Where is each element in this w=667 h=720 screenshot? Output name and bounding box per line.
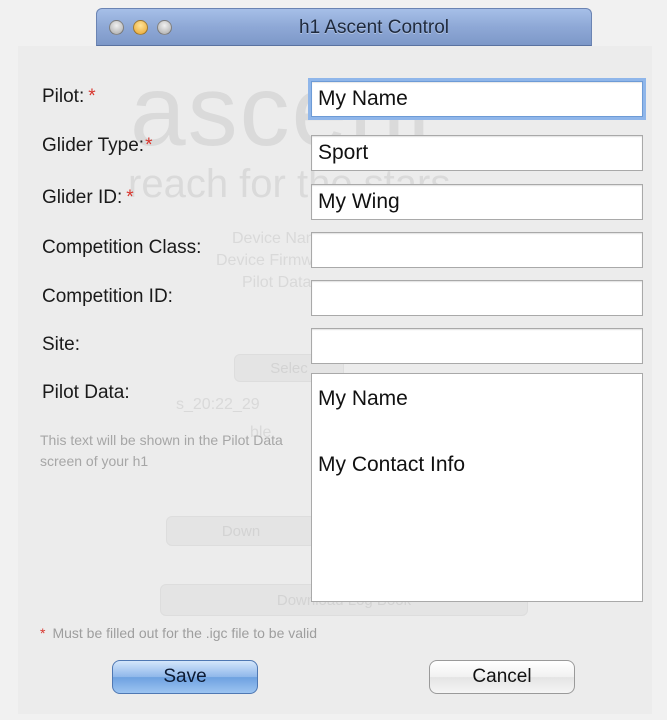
- glider-type-input[interactable]: [311, 135, 643, 171]
- background-button: Down: [166, 516, 316, 546]
- required-marker: *: [145, 135, 153, 156]
- dialog-content: ascent reach for the stars Device Name D…: [18, 46, 652, 714]
- required-marker: *: [126, 187, 134, 208]
- glider-type-label-text: Glider Type:: [42, 135, 145, 156]
- save-button[interactable]: Save: [112, 660, 258, 694]
- pilot-label: Pilot: *: [42, 86, 96, 108]
- pilot-label-text: Pilot:: [42, 86, 85, 107]
- competition-class-input[interactable]: [311, 232, 643, 268]
- competition-class-label: Competition Class:: [42, 237, 202, 258]
- window-title: h1 Ascent Control: [299, 17, 449, 38]
- glider-id-label-text: Glider ID:: [42, 187, 123, 208]
- required-footnote: * Must be filled out for the .igc file to…: [40, 625, 317, 641]
- glider-type-label: Glider Type:*: [42, 135, 153, 157]
- pilot-data-label: Pilot Data:: [42, 382, 130, 403]
- background-row: Pilot Data: [242, 274, 312, 291]
- pilot-input[interactable]: [311, 81, 643, 117]
- cancel-button[interactable]: Cancel: [429, 660, 575, 694]
- background-row: s_20:22_29: [176, 396, 260, 413]
- competition-id-label: Competition ID:: [42, 286, 173, 307]
- competition-id-input[interactable]: [311, 280, 643, 316]
- site-label: Site:: [42, 334, 81, 355]
- pilot-data-hint: This text will be shown in the Pilot Dat…: [40, 432, 283, 469]
- footnote-text: Must be filled out for the .igc file to …: [52, 625, 318, 641]
- site-input[interactable]: [311, 328, 643, 364]
- required-marker: *: [88, 86, 96, 107]
- glider-id-label: Glider ID: *: [42, 187, 134, 209]
- window-titlebar[interactable]: h1 Ascent Control: [96, 8, 592, 46]
- glider-id-input[interactable]: [311, 184, 643, 220]
- pilot-data-textarea[interactable]: My Name My Contact Info: [311, 373, 643, 602]
- required-marker: *: [40, 625, 46, 641]
